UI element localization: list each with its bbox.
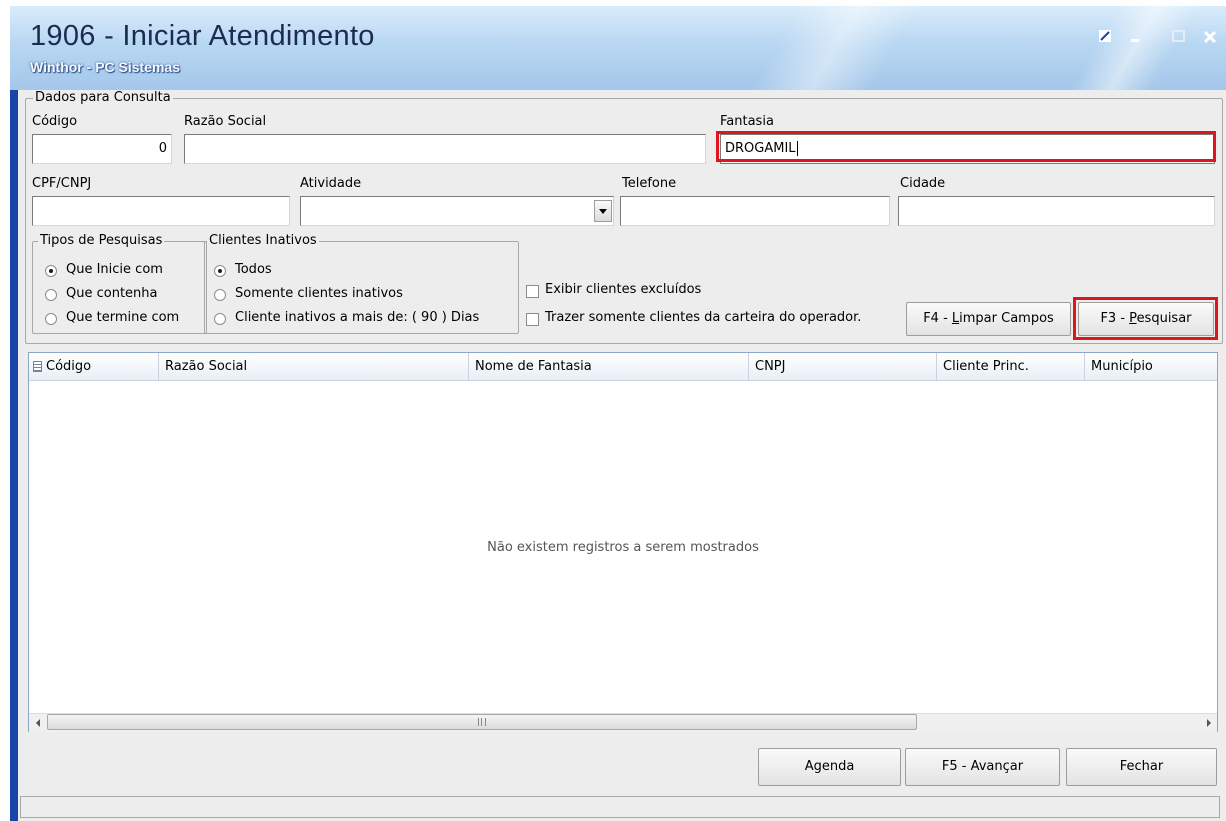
column-header-cnpj[interactable]: CNPJ (749, 353, 937, 380)
telefone-field[interactable] (620, 196, 890, 226)
radio-que-termine-com[interactable] (45, 313, 57, 325)
radio-label-que-inicie-com: Que Inicie com (66, 262, 163, 277)
scroll-right-arrow[interactable] (1204, 716, 1214, 730)
limpar-campos-button[interactable]: F4 - Limpar Campos (906, 302, 1071, 336)
consulta-group-title: Dados para Consulta (33, 90, 173, 105)
radio-label-que-contenha: Que contenha (66, 286, 158, 301)
grip-icon (478, 718, 486, 726)
column-header-razao-social[interactable]: Razão Social (159, 353, 469, 380)
atividade-select[interactable] (300, 196, 614, 226)
close-icon (1203, 30, 1217, 44)
maximize-icon (1172, 30, 1185, 42)
scroll-left-arrow[interactable] (33, 716, 43, 730)
checkbox-label-exibir-excluidos: Exibir clientes excluídos (545, 282, 702, 297)
close-button[interactable] (1200, 28, 1220, 48)
column-header-municipio[interactable]: Município (1085, 353, 1217, 380)
column-chooser-icon[interactable] (33, 361, 42, 372)
column-header-nome-fantasia[interactable]: Nome de Fantasia (469, 353, 749, 380)
cpf-cnpj-field[interactable] (32, 196, 290, 226)
cpf-cnpj-label: CPF/CNPJ (32, 176, 92, 191)
grid-header: Código Razão Social Nome de Fantasia CNP… (29, 353, 1217, 381)
radio-label-todos: Todos (235, 262, 272, 277)
maximize-button[interactable] (1169, 28, 1189, 48)
scrollbar-thumb[interactable] (47, 714, 917, 730)
checkbox-label-carteira-operador: Trazer somente clientes da carteira do o… (545, 310, 862, 325)
minimize-button[interactable] (1126, 28, 1146, 48)
checkbox-carteira-operador[interactable] (526, 313, 539, 326)
radio-somente-inativos[interactable] (214, 289, 226, 301)
radio-label-inativos-dias: Cliente inativos a mais de: ( 90 ) Dias (235, 310, 480, 325)
minimize-icon (1131, 39, 1139, 42)
checkbox-exibir-excluidos[interactable] (526, 285, 539, 298)
radio-label-somente-inativos: Somente clientes inativos (235, 286, 403, 301)
column-header-codigo[interactable]: Código (29, 353, 159, 380)
radio-todos[interactable] (214, 265, 226, 277)
chevron-down-icon (599, 209, 607, 214)
status-bar (20, 796, 1220, 818)
razao-social-field[interactable] (184, 134, 706, 164)
pesquisar-highlight (1073, 297, 1218, 340)
razao-social-label: Razão Social (184, 114, 267, 129)
telefone-label: Telefone (622, 176, 677, 191)
avancar-button[interactable]: F5 - Avançar (905, 748, 1060, 786)
cidade-field[interactable] (898, 196, 1215, 226)
atividade-dropdown-button[interactable] (594, 200, 612, 222)
grid-empty-message: Não existem registros a serem mostrados (487, 540, 759, 555)
restore-button[interactable] (1095, 28, 1115, 48)
radio-inativos-dias[interactable] (214, 313, 226, 325)
scroll-left-icon (36, 719, 40, 727)
radio-que-contenha[interactable] (45, 289, 57, 301)
agenda-button[interactable]: Agenda (758, 748, 901, 786)
window-subtitle: Winthor - PC Sistemas (30, 59, 181, 75)
fantasia-label: Fantasia (720, 114, 774, 129)
atividade-label: Atividade (300, 176, 362, 191)
codigo-field[interactable]: 0 (32, 134, 172, 164)
tipos-pesquisa-title: Tipos de Pesquisas (38, 233, 165, 248)
clientes-inativos-title: Clientes Inativos (207, 233, 319, 248)
codigo-label: Código (32, 114, 78, 129)
window-title: 1906 - Iniciar Atendimento (30, 20, 375, 52)
scroll-right-icon (1207, 719, 1211, 727)
column-header-cliente-princ[interactable]: Cliente Princ. (937, 353, 1085, 380)
fechar-button[interactable]: Fechar (1066, 748, 1217, 786)
cidade-label: Cidade (900, 176, 946, 191)
restore-icon (1099, 30, 1111, 42)
radio-que-inicie-com[interactable] (45, 265, 57, 277)
radio-label-que-termine-com: Que termine com (66, 310, 180, 325)
fantasia-highlight (716, 131, 1216, 162)
